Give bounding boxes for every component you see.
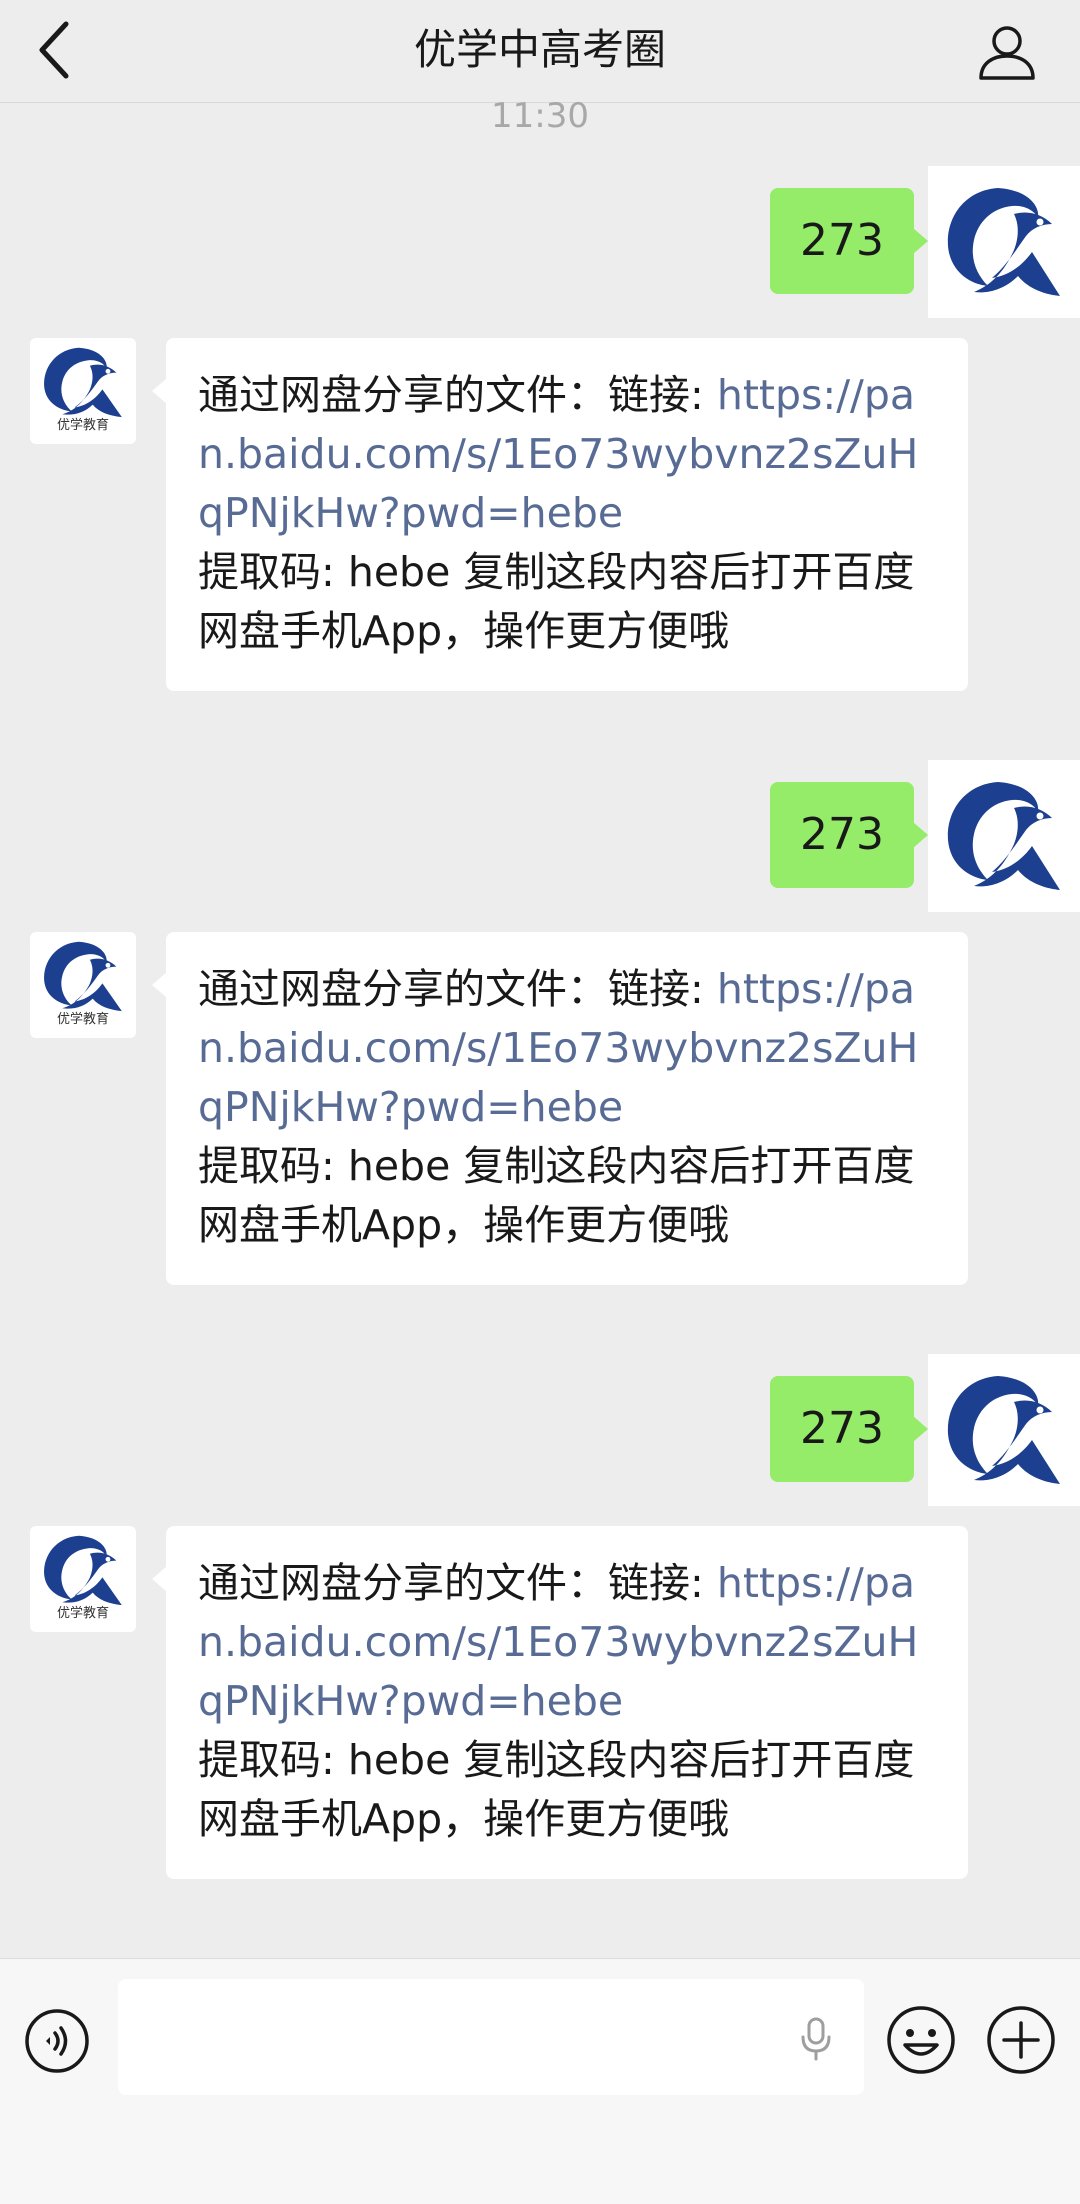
- message-text: 通过网盘分享的文件：链接:: [198, 965, 717, 1013]
- voice-icon[interactable]: [24, 2008, 90, 2074]
- brand-logo-icon: [44, 1535, 122, 1606]
- message-text: 273: [800, 215, 884, 266]
- brand-logo-icon: [947, 188, 1060, 296]
- microphone-icon[interactable]: [800, 2017, 832, 2061]
- my-avatar[interactable]: [928, 1354, 1080, 1506]
- brand-logo-icon: [44, 941, 122, 1012]
- message-text: 通过网盘分享的文件：链接:: [198, 371, 717, 419]
- message-timestamp: 11:30: [491, 96, 589, 136]
- message-input[interactable]: [118, 1979, 864, 2095]
- emoji-icon[interactable]: [886, 2005, 956, 2075]
- plus-icon[interactable]: [986, 2005, 1056, 2075]
- message-text: 提取码: hebe 复制这段内容后打开百度网盘手机App，操作更方便哦: [198, 548, 915, 655]
- received-message-bubble[interactable]: 通过网盘分享的文件：链接: https://pan.baidu.com/s/1E…: [152, 932, 968, 1285]
- chat-input-bar: [0, 1958, 1080, 2204]
- message-text: 273: [800, 809, 884, 860]
- sent-message-bubble[interactable]: 273: [770, 1376, 928, 1482]
- message-text: 提取码: hebe 复制这段内容后打开百度网盘手机App，操作更方便哦: [198, 1142, 915, 1249]
- brand-logo-icon: [947, 1376, 1060, 1484]
- message-text: 通过网盘分享的文件：链接:: [198, 1559, 717, 1607]
- message-text: 提取码: hebe 复制这段内容后打开百度网盘手机App，操作更方便哦: [198, 1736, 915, 1843]
- user-icon[interactable]: [976, 20, 1038, 82]
- my-avatar[interactable]: [928, 760, 1080, 912]
- sender-avatar[interactable]: 优学教育: [30, 932, 136, 1038]
- brand-logo-icon: [947, 782, 1060, 890]
- sender-avatar[interactable]: 优学教育: [30, 338, 136, 444]
- sent-message-bubble[interactable]: 273: [770, 188, 928, 294]
- avatar-caption: 优学教育: [56, 1012, 109, 1027]
- brand-logo-icon: [44, 347, 122, 418]
- received-message-bubble[interactable]: 通过网盘分享的文件：链接: https://pan.baidu.com/s/1E…: [152, 1526, 968, 1879]
- my-avatar[interactable]: [928, 166, 1080, 318]
- avatar-caption: 优学教育: [56, 1606, 109, 1621]
- sender-avatar[interactable]: 优学教育: [30, 1526, 136, 1632]
- chat-title: 优学中高考圈: [413, 25, 666, 74]
- received-message-bubble[interactable]: 通过网盘分享的文件：链接: https://pan.baidu.com/s/1E…: [152, 338, 968, 691]
- navigation-bar: 优学中高考圈: [0, 0, 1080, 103]
- avatar-caption: 优学教育: [56, 418, 109, 433]
- sent-message-bubble[interactable]: 273: [770, 782, 928, 888]
- message-text: 273: [800, 1403, 884, 1454]
